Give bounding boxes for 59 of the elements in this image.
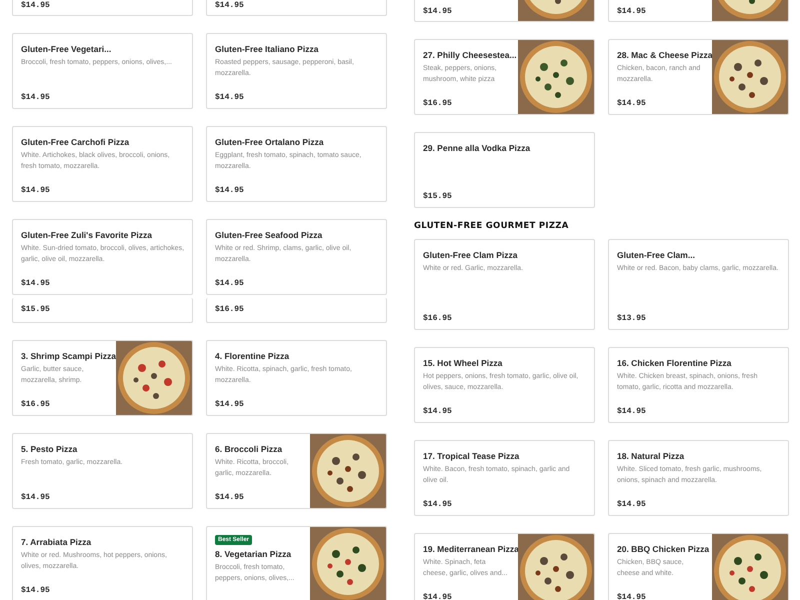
item-price: $14.95 [617, 500, 646, 509]
item-title: Gluten-Free Clam... [617, 250, 695, 260]
item-title: 16. Chicken Florentine Pizza [617, 358, 732, 368]
item-price: $14.95 [21, 586, 50, 595]
item-price: $14.95 [215, 400, 244, 409]
menu-item-card[interactable]: 29. Penne alla Vodka Pizza $15.95 [414, 132, 595, 208]
item-price: $14.95 [215, 493, 244, 502]
menu-item-card[interactable]: $14.95 [12, 0, 193, 16]
item-price: $15.95 [423, 192, 452, 201]
item-title: 20. BBQ Chicken Pizza [617, 544, 710, 554]
item-price: $14.95 [21, 186, 50, 195]
section-heading: GLUTEN-FREE GOURMET PIZZA [414, 220, 570, 232]
item-title: 15. Hot Wheel Pizza [423, 358, 502, 368]
item-price: $14.95 [617, 7, 646, 16]
item-price: $14.95 [21, 1, 50, 10]
item-title: 8. Vegetarian Pizza [215, 549, 292, 559]
item-price: $14.95 [215, 1, 244, 10]
item-title: Gluten-Free Carchofi Pizza [21, 137, 130, 147]
item-price: $14.95 [21, 279, 50, 288]
item-title: 17. Tropical Tease Pizza [423, 451, 520, 461]
item-title: 19. Mediterranean Pizza [423, 544, 519, 554]
item-title: 29. Penne alla Vodka Pizza [423, 143, 530, 153]
item-price: $16.95 [423, 314, 452, 323]
menu-item-card[interactable]: $14.95 [608, 0, 789, 22]
item-price: $14.95 [423, 407, 452, 416]
item-title: Gluten-Free Zuli's Favorite Pizza [21, 230, 152, 240]
item-title: Gluten-Free Vegetari... [21, 44, 112, 54]
item-title: 28. Mac & Cheese Pizza [617, 50, 712, 60]
item-title: 18. Natural Pizza [617, 451, 684, 461]
item-title: 27. Philly Cheesestea... [423, 50, 517, 60]
item-title: Gluten-Free Italiano Pizza [215, 44, 318, 54]
item-price: $14.95 [423, 7, 452, 16]
menu-item-card[interactable]: $14.95 [414, 0, 595, 22]
item-price: $14.95 [215, 93, 244, 102]
item-title: Gluten-Free Clam Pizza [423, 250, 518, 260]
item-price: $14.95 [423, 500, 452, 509]
item-price: $14.95 [21, 93, 50, 102]
item-price: $16.95 [215, 305, 244, 314]
item-title: Gluten-Free Seafood Pizza [215, 230, 322, 240]
item-price: $14.95 [617, 593, 646, 600]
item-price: $15.95 [21, 305, 50, 314]
item-title: 4. Florentine Pizza [215, 351, 290, 361]
item-price: $14.95 [423, 593, 452, 600]
item-price: $16.95 [423, 99, 452, 108]
item-price: $14.95 [617, 99, 646, 108]
item-price: $14.95 [215, 279, 244, 288]
item-price: $14.95 [215, 186, 244, 195]
item-price: $14.95 [21, 493, 50, 502]
item-title: 3. Shrimp Scampi Pizza [21, 351, 116, 361]
item-title: 6. Broccoli Pizza [215, 444, 282, 454]
item-price: $13.95 [617, 314, 646, 323]
menu-item-card[interactable]: $15.95 [12, 298, 193, 323]
item-title: 7. Arrabiata Pizza [21, 537, 92, 547]
item-title: 5. Pesto Pizza [21, 444, 78, 454]
item-title: Gluten-Free Ortalano Pizza [215, 137, 324, 147]
item-price: $14.95 [617, 407, 646, 416]
item-price: $16.95 [21, 400, 50, 409]
menu-item-card[interactable]: $14.95 [206, 0, 387, 16]
menu-item-card[interactable]: $16.95 [206, 298, 387, 323]
